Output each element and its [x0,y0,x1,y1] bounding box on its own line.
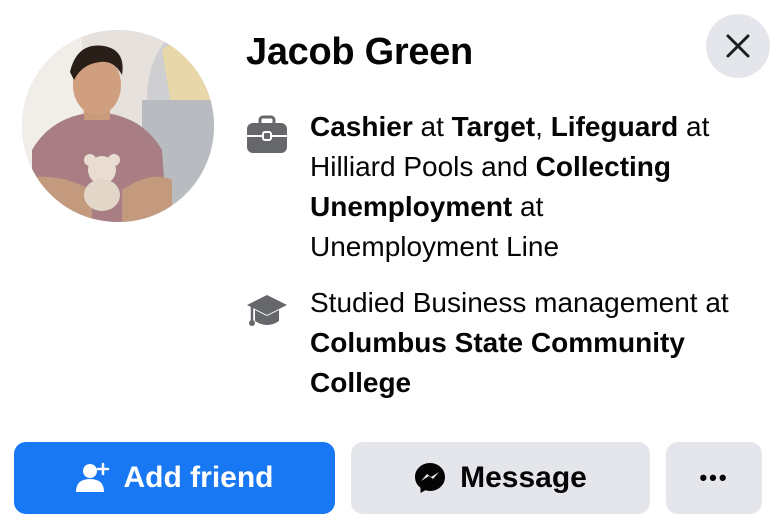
avatar-photo [22,30,214,222]
profile-name[interactable]: Jacob Green [246,28,473,76]
message-button[interactable]: Message [351,442,650,514]
avatar[interactable] [22,30,214,222]
message-label: Message [460,461,587,494]
school-name[interactable]: Columbus State Community College [310,327,685,398]
briefcase-icon [247,115,287,153]
close-icon [726,34,750,58]
work-text: Cashier at Target, Lifeguard at Hilliard… [310,107,730,267]
add-person-icon [75,462,110,494]
text-studied: Studied Business management at [310,287,729,318]
text-at: at [412,111,452,142]
more-options-button[interactable]: ••• [666,442,762,514]
messenger-icon [414,462,446,494]
close-button[interactable] [706,14,770,78]
graduation-cap-icon [247,295,287,326]
job-company[interactable]: Target [452,111,536,142]
profile-hover-card: Jacob Green Cashier at Target, Lifeguard… [0,0,777,528]
job-title[interactable]: Cashier [310,111,413,142]
education-text: Studied Business management at Columbus … [310,283,730,403]
job-title[interactable]: Lifeguard [551,111,679,142]
add-friend-button[interactable]: Add friend [14,442,335,514]
add-friend-label: Add friend [123,461,274,494]
more-icon: ••• [699,465,729,490]
text-separator: , [535,111,551,142]
